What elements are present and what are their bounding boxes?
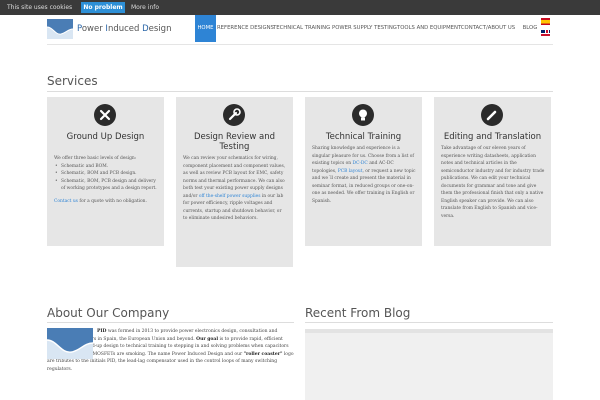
- nav-blog[interactable]: BLOG: [520, 15, 540, 42]
- es-flag-icon[interactable]: [541, 18, 550, 25]
- dc-dc-link[interactable]: DC-DC: [353, 161, 368, 166]
- about-divider: [47, 322, 294, 323]
- lightbulb-icon: [352, 104, 374, 126]
- list-item: Schematic, BOM, PCB design and delivery …: [54, 178, 158, 193]
- accept-cookies-button[interactable]: No problem: [81, 2, 125, 13]
- contact-us-link[interactable]: Contact us: [54, 199, 78, 204]
- service-card-editing-translation: Editing and Translation Take advantage o…: [434, 97, 551, 246]
- nav-reference-designs[interactable]: REFERENCE DESIGNS: [217, 15, 274, 42]
- service-card-design-review: Design Review and Testing We can review …: [176, 97, 293, 267]
- list-item: Schematic and BOM.: [54, 163, 158, 171]
- site-logo[interactable]: Power Induced Design: [47, 19, 195, 39]
- blog-divider: [305, 322, 553, 323]
- cross-tools-icon: [94, 104, 116, 126]
- service-card-technical-training: Technical Training Sharing knowledge and…: [305, 97, 422, 246]
- nav-tools-and-equipment[interactable]: TOOLS AND EQUIPMENT: [397, 15, 461, 42]
- nav-home[interactable]: HOME: [195, 15, 216, 42]
- nav-contact-about-us[interactable]: CONTACT/ABOUT US: [458, 15, 518, 42]
- uk-flag-icon[interactable]: [541, 30, 550, 37]
- wrench-icon: [223, 104, 245, 126]
- card-body: Take advantage of our eleven years of ex…: [441, 146, 545, 219]
- cookie-more-info-link[interactable]: More info: [131, 4, 159, 11]
- card-body: Sharing knowledge and experience is a si…: [312, 146, 416, 204]
- blog-title: Recent From Blog: [305, 306, 411, 320]
- off-the-shelf-link[interactable]: off the-shelf power supplies: [199, 194, 261, 199]
- card-body: We offer three basic levels of design: S…: [54, 155, 158, 205]
- card-title: Ground Up Design: [66, 132, 145, 142]
- cookie-bar: This site uses cookies No problem More i…: [0, 0, 600, 15]
- services-divider: [47, 91, 553, 92]
- card-title: Design Review and Testing: [193, 132, 276, 152]
- cookie-notice-text: This site uses cookies: [7, 4, 73, 11]
- about-title: About Our Company: [47, 306, 170, 320]
- pcb-layout-link[interactable]: PCB layout: [338, 169, 363, 174]
- nav-power-supply-testing[interactable]: POWER SUPPLY TESTING: [332, 15, 397, 42]
- roller-coaster-logo-icon: [47, 19, 73, 39]
- company-logo-image: [47, 328, 93, 359]
- pencil-icon: [481, 104, 503, 126]
- logo-wordmark: Power Induced Design: [77, 24, 172, 34]
- list-item: Schematic, BOM and PCB design.: [54, 170, 158, 178]
- services-title: Services: [47, 74, 98, 88]
- service-card-ground-up-design: Ground Up Design We offer three basic le…: [47, 97, 164, 246]
- card-title: Technical Training: [325, 132, 402, 142]
- nav-technical-training[interactable]: TECHNICAL TRAINING: [273, 15, 330, 42]
- card-body: We can review your schematics for wiring…: [183, 156, 286, 221]
- card-title: Editing and Translation: [443, 132, 542, 142]
- header-divider: [47, 44, 553, 45]
- recent-blog-panel: [305, 329, 553, 400]
